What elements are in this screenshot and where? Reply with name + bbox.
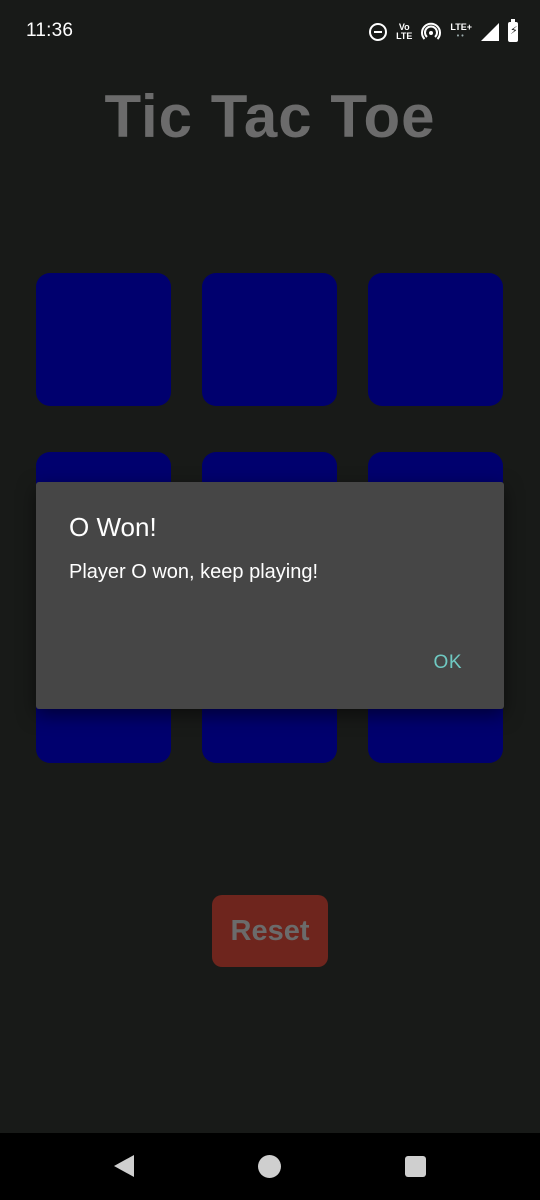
recents-icon[interactable]	[405, 1156, 426, 1177]
dialog-message: Player O won, keep playing!	[69, 561, 319, 583]
dialog-title: O Won!	[69, 512, 157, 542]
back-icon[interactable]	[114, 1155, 134, 1177]
win-dialog: O Won! Player O won, keep playing! OK	[36, 482, 504, 709]
home-icon[interactable]	[258, 1155, 281, 1178]
ok-button[interactable]: OK	[434, 652, 462, 674]
app-screen: 11:36 Vo LTE LTE+ •• ⚡ Tic Tac Toe Reset…	[0, 0, 540, 1200]
navigation-bar	[0, 1133, 540, 1200]
